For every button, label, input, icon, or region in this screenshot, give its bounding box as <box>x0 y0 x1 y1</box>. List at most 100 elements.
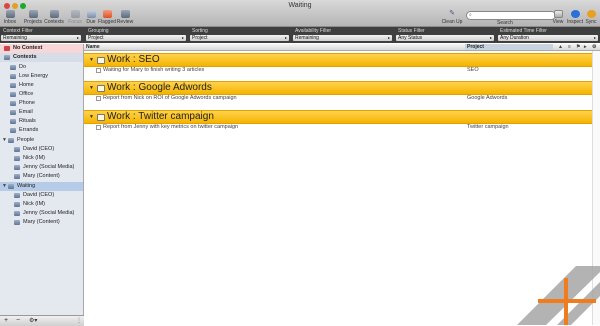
sidebar-item-people[interactable]: ▼ People <box>0 136 83 145</box>
dropdown-arrow-icon: ▸ <box>593 35 596 40</box>
disclosure-triangle-icon[interactable]: ▼ <box>89 85 94 91</box>
contexts-icon <box>49 10 59 18</box>
settings-icon[interactable]: ⚙ <box>592 44 596 50</box>
project-column-header[interactable]: Project <box>465 44 553 50</box>
sidebar-action-menu-button[interactable]: ⚙▾ <box>29 317 37 325</box>
sidebar: No Context Contexts Do Low Energy Home O… <box>0 44 84 315</box>
sidebar-item-person[interactable]: Nick (IM) <box>0 154 83 163</box>
sidebar-item-context[interactable]: Rituals <box>0 117 83 126</box>
estimated-time-select[interactable]: Any Duration ▸ <box>498 35 598 41</box>
add-context-button[interactable]: + <box>4 317 8 325</box>
sync-icon <box>586 10 596 18</box>
sidebar-item-waiting-person[interactable]: Mary (Content) <box>0 218 83 227</box>
status-select[interactable]: Any Status ▸ <box>396 35 494 41</box>
context-icon <box>10 92 16 97</box>
disclosure-triangle-icon[interactable]: ▼ <box>2 136 7 145</box>
info-icon <box>570 10 580 18</box>
sidebar-item-person[interactable]: Jenny (Social Media) <box>0 163 83 172</box>
toolbar-contexts-button[interactable]: Contexts <box>44 10 64 25</box>
sidebar-item-person[interactable]: Mary (Content) <box>0 172 83 181</box>
sidebar-item-context[interactable]: Low Energy <box>0 72 83 81</box>
sidebar-item-context[interactable]: Do <box>0 63 83 72</box>
name-column-header[interactable]: Name <box>86 44 100 50</box>
availability-filter[interactable]: Availability Filter Remaining ▸ <box>293 28 392 42</box>
context-icon <box>10 65 16 70</box>
sidebar-item-context[interactable]: Errands <box>0 126 83 135</box>
task-name: Report from Nick on ROI of Google Adword… <box>103 95 237 101</box>
person-icon <box>14 147 20 152</box>
context-icon <box>10 74 16 79</box>
context-icon <box>10 119 16 124</box>
group-header[interactable]: ▼ Work : Google Adwords <box>84 81 600 95</box>
task-project: Google Adwords <box>467 95 508 101</box>
availability-select[interactable]: Remaining ▸ <box>293 35 392 41</box>
group-header[interactable]: ▼ Work : Twitter campaign <box>84 110 600 124</box>
inbox-icon <box>5 10 15 18</box>
sidebar-item-contexts[interactable]: Contexts <box>0 53 83 62</box>
estimated-time-filter[interactable]: Estimated Time Filter Any Duration ▸ <box>498 28 598 42</box>
flag-column-icon[interactable]: ▲ <box>558 44 563 50</box>
task-checkbox[interactable] <box>96 96 101 101</box>
grouping-select[interactable]: Project ▸ <box>86 35 186 41</box>
person-icon <box>14 202 20 207</box>
context-filter-select[interactable]: Remaining ▸ <box>1 35 81 41</box>
toolbar-projects-button[interactable]: Projects <box>23 10 43 25</box>
window-title: Waiting <box>288 2 312 9</box>
task-row[interactable]: Report from Jenny with key metrics on tw… <box>84 123 600 131</box>
flag-icon[interactable]: ⚑ <box>576 44 580 50</box>
sorting-select[interactable]: Project ▸ <box>190 35 289 41</box>
toolbar-review-button[interactable]: Review <box>115 10 135 25</box>
status-filter[interactable]: Status Filter Any Status ▸ <box>396 28 494 42</box>
toolbar-cleanup-button[interactable]: ✎ Clean Up <box>441 10 463 25</box>
search-label: Search <box>497 20 513 26</box>
person-icon <box>14 156 20 161</box>
context-filter[interactable]: Context Filter Remaining ▸ <box>1 28 81 42</box>
sidebar-item-waiting-person[interactable]: Nick (IM) <box>0 200 83 209</box>
projects-icon <box>28 10 38 18</box>
group-title: Work : Google Adwords <box>107 82 212 93</box>
task-row[interactable]: Report from Nick on ROI of Google Adword… <box>84 94 600 102</box>
resize-handle-icon[interactable]: ⋮ <box>76 317 82 325</box>
group-header[interactable]: ▼ Work : SEO <box>84 53 600 67</box>
dropdown-arrow-icon: ▸ <box>181 35 184 40</box>
sidebar-item-context[interactable]: Home <box>0 81 83 90</box>
columns-menu-icon[interactable]: ▸ <box>584 44 587 50</box>
project-icon <box>97 85 105 92</box>
sidebar-item-context[interactable]: Phone <box>0 99 83 108</box>
task-row[interactable]: Waiting for Mary to finish writing 3 art… <box>84 66 600 74</box>
task-project: Twitter campaign <box>467 124 509 130</box>
remove-context-button[interactable]: − <box>16 317 20 325</box>
status-column-icon[interactable]: ≡ <box>568 44 571 50</box>
sidebar-item-waiting-person[interactable]: David (CEO) <box>0 191 83 200</box>
search-input[interactable]: ⌕ <box>466 11 556 20</box>
view-icon <box>553 10 563 18</box>
dropdown-arrow-icon: ▸ <box>489 35 492 40</box>
project-icon <box>97 114 105 121</box>
due-icon <box>86 10 96 18</box>
person-icon <box>14 211 20 216</box>
sidebar-item-waiting-person[interactable]: Jenny (Social Media) <box>0 209 83 218</box>
sidebar-item-context[interactable]: Email <box>0 108 83 117</box>
toolbar-flagged-button[interactable]: Flagged <box>97 10 117 25</box>
task-checkbox[interactable] <box>96 125 101 130</box>
grouping-filter[interactable]: Grouping Project ▸ <box>86 28 186 42</box>
person-icon <box>14 220 20 225</box>
flagged-icon <box>102 10 112 18</box>
broom-icon: ✎ <box>449 10 455 17</box>
toolbar-sync-button[interactable]: Sync <box>581 10 600 25</box>
disclosure-triangle-icon[interactable]: ▼ <box>89 57 94 63</box>
sorting-filter[interactable]: Sorting Project ▸ <box>190 28 289 42</box>
sidebar-item-waiting[interactable]: ▼ Waiting <box>0 182 83 191</box>
toolbar-inbox-button[interactable]: Inbox <box>0 10 20 25</box>
disclosure-triangle-icon[interactable]: ▼ <box>89 114 94 120</box>
sidebar-item-person[interactable]: David (CEO) <box>0 145 83 154</box>
sidebar-item-context[interactable]: Office <box>0 90 83 99</box>
no-context-icon <box>4 46 10 51</box>
sidebar-item-no-context[interactable]: No Context <box>0 44 83 53</box>
disclosure-triangle-icon[interactable]: ▼ <box>2 182 7 191</box>
task-checkbox[interactable] <box>96 68 101 73</box>
context-icon <box>10 101 16 106</box>
task-name: Waiting for Mary to finish writing 3 art… <box>103 67 205 73</box>
group-title: Work : Twitter campaign <box>107 111 214 122</box>
brand-logo <box>517 266 600 325</box>
